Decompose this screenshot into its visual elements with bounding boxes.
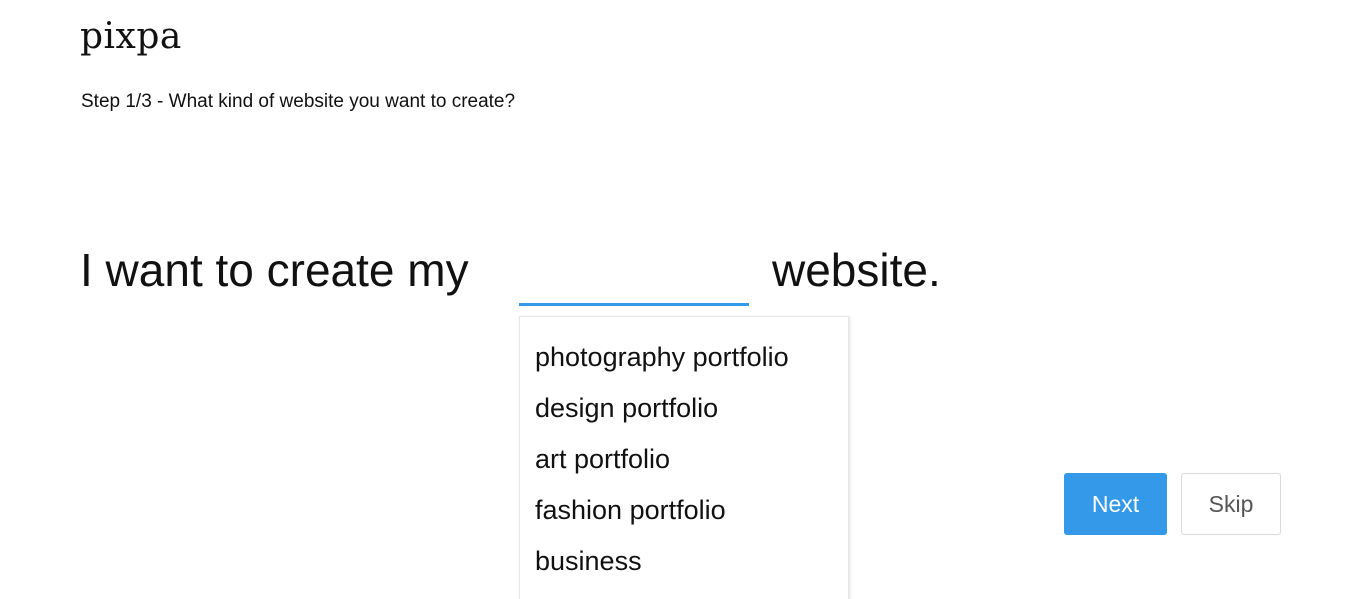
- pixpa-logo: pixpa: [80, 16, 182, 57]
- website-type-dropdown: photography portfolio design portfolio a…: [519, 316, 849, 599]
- dropdown-option-fashion-portfolio[interactable]: fashion portfolio: [520, 485, 848, 536]
- dropdown-option-art-portfolio[interactable]: art portfolio: [520, 434, 848, 485]
- website-type-input[interactable]: [519, 240, 749, 306]
- sentence-suffix: website.: [772, 244, 941, 296]
- dropdown-option-design-portfolio[interactable]: design portfolio: [520, 383, 848, 434]
- skip-button[interactable]: Skip: [1181, 473, 1281, 535]
- dropdown-option-business[interactable]: business: [520, 536, 848, 587]
- next-button[interactable]: Next: [1064, 473, 1167, 535]
- step-indicator: Step 1/3 - What kind of website you want…: [81, 91, 516, 112]
- onboarding-page: pixpa Step 1/3 - What kind of website yo…: [0, 0, 1356, 599]
- dropdown-option-photography-portfolio[interactable]: photography portfolio: [520, 332, 848, 383]
- sentence-prefix: I want to create my: [80, 244, 469, 296]
